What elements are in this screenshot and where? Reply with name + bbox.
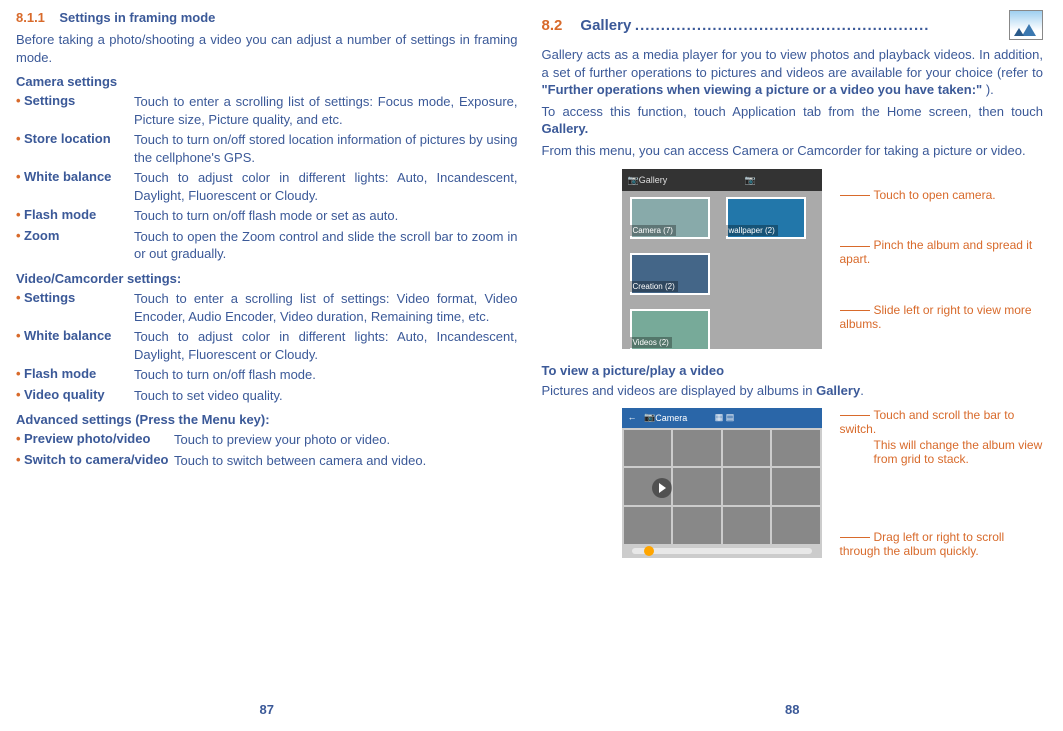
video-settings-heading: Video/Camcorder settings:	[16, 271, 518, 286]
setting-term: Switch to camera/video	[24, 452, 174, 470]
paragraph: Pictures and videos are displayed by alb…	[542, 382, 1044, 400]
gallery-app-icon	[1009, 10, 1043, 40]
setting-row: •White balanceTouch to adjust color in d…	[16, 328, 518, 363]
subheading: To view a picture/play a video	[542, 363, 1044, 378]
bullet-icon: •	[16, 366, 24, 384]
figure-callouts: Touch and scroll the bar to switch. This…	[840, 408, 1044, 558]
section-heading: 8.2 Gallery ............................…	[542, 10, 1044, 40]
advanced-settings-heading: Advanced settings (Press the Menu key):	[16, 412, 518, 427]
paragraph: From this menu, you can access Camera or…	[542, 142, 1044, 160]
section-heading: 8.1.1 Settings in framing mode	[16, 10, 518, 25]
setting-row: •Flash modeTouch to turn on/off flash mo…	[16, 207, 518, 225]
setting-description: Touch to preview your photo or video.	[174, 431, 518, 449]
callout: Touch and scroll the bar to switch.	[840, 408, 1044, 436]
setting-row: •SettingsTouch to enter a scrolling list…	[16, 93, 518, 128]
bullet-icon: •	[16, 207, 24, 225]
figure-callouts: Touch to open camera. Pinch the album an…	[840, 169, 1044, 349]
section-number: 8.2	[542, 17, 563, 34]
setting-term: Settings	[24, 93, 134, 128]
bullet-icon: •	[16, 452, 24, 470]
setting-row: •White balanceTouch to adjust color in d…	[16, 169, 518, 204]
page-right: 8.2 Gallery ............................…	[530, 10, 1056, 721]
gallery-screenshot: 📷 Gallery 📷 Camera (7) wallpaper (2) Cre…	[622, 169, 822, 349]
section-title: Gallery	[580, 17, 631, 34]
section-number: 8.1.1	[16, 10, 45, 25]
bullet-icon: •	[16, 169, 24, 204]
album-topbar: ← 📷 Camera ▦ ▤	[622, 408, 822, 428]
bullet-icon: •	[16, 387, 24, 405]
setting-row: •Flash modeTouch to turn on/off flash mo…	[16, 366, 518, 384]
setting-term: Flash mode	[24, 207, 134, 225]
setting-term: Flash mode	[24, 366, 134, 384]
title-dots: ........................................…	[635, 17, 930, 34]
setting-row: •Store locationTouch to turn on/off stor…	[16, 131, 518, 166]
bullet-icon: •	[16, 131, 24, 166]
scroll-slider	[632, 548, 812, 554]
gallery-albums-figure: 📷 Gallery 📷 Camera (7) wallpaper (2) Cre…	[622, 169, 1044, 349]
setting-term: Store location	[24, 131, 134, 166]
callout: Drag left or right to scroll through the…	[840, 530, 1020, 558]
setting-row: •SettingsTouch to enter a scrolling list…	[16, 290, 518, 325]
bullet-icon: •	[16, 93, 24, 128]
bullet-icon: •	[16, 328, 24, 363]
gallery-topbar: 📷 Gallery 📷	[622, 169, 822, 191]
setting-term: White balance	[24, 328, 134, 363]
page-left: 8.1.1 Settings in framing mode Before ta…	[4, 10, 530, 721]
bullet-icon: •	[16, 228, 24, 263]
setting-description: Touch to switch between camera and video…	[174, 452, 518, 470]
setting-row: •Switch to camera/videoTouch to switch b…	[16, 452, 518, 470]
callout: This will change the album view from gri…	[874, 438, 1044, 466]
setting-term: White balance	[24, 169, 134, 204]
paragraph: To access this function, touch Applicati…	[542, 103, 1044, 138]
setting-description: Touch to turn on/off flash mode or set a…	[134, 207, 518, 225]
camera-settings-heading: Camera settings	[16, 74, 518, 89]
play-icon	[652, 478, 672, 498]
bullet-icon: •	[16, 290, 24, 325]
callout: Touch to open camera.	[840, 188, 1044, 202]
section-title: Settings in framing mode	[59, 10, 215, 25]
page-number: 87	[16, 702, 518, 717]
album-screenshot: ← 📷 Camera ▦ ▤	[622, 408, 822, 558]
setting-description: Touch to adjust color in different light…	[134, 169, 518, 204]
setting-description: Touch to turn on/off stored location inf…	[134, 131, 518, 166]
bullet-icon: •	[16, 431, 24, 449]
setting-description: Touch to set video quality.	[134, 387, 518, 405]
page-number: 88	[542, 702, 1044, 717]
setting-term: Zoom	[24, 228, 134, 263]
album-view-figure: ← 📷 Camera ▦ ▤ Touch and scroll the bar …	[622, 408, 1044, 558]
setting-row: •Preview photo/videoTouch to preview you…	[16, 431, 518, 449]
setting-row: •Video qualityTouch to set video quality…	[16, 387, 518, 405]
setting-term: Video quality	[24, 387, 134, 405]
paragraph: Gallery acts as a media player for you t…	[542, 46, 1044, 99]
setting-description: Touch to enter a scrolling list of setti…	[134, 93, 518, 128]
intro-text: Before taking a photo/shooting a video y…	[16, 31, 518, 66]
callout: Pinch the album and spread it apart.	[840, 238, 1044, 266]
setting-term: Preview photo/video	[24, 431, 174, 449]
setting-row: •ZoomTouch to open the Zoom control and …	[16, 228, 518, 263]
setting-description: Touch to enter a scrolling list of setti…	[134, 290, 518, 325]
setting-description: Touch to adjust color in different light…	[134, 328, 518, 363]
setting-description: Touch to open the Zoom control and slide…	[134, 228, 518, 263]
callout: Slide left or right to view more albums.	[840, 303, 1044, 331]
setting-term: Settings	[24, 290, 134, 325]
setting-description: Touch to turn on/off flash mode.	[134, 366, 518, 384]
